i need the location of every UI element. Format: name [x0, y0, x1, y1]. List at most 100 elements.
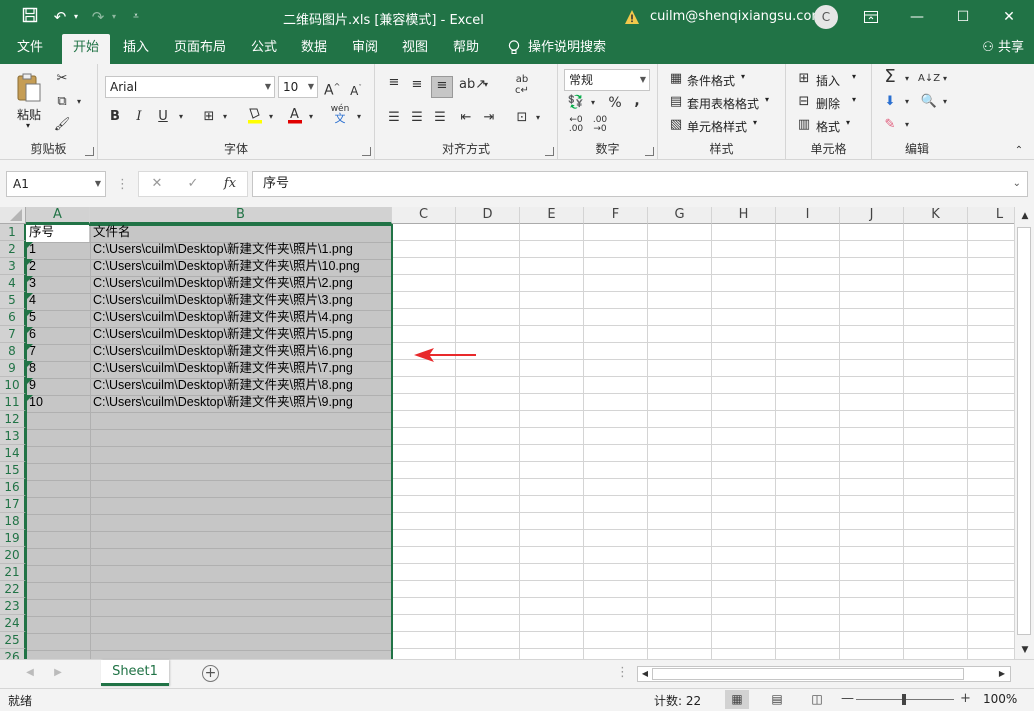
- horizontal-scroll-thumb[interactable]: [652, 668, 964, 680]
- share-button[interactable]: ⚇ 共享: [982, 34, 1024, 64]
- row-header-6[interactable]: 6: [0, 309, 26, 326]
- column-header-b[interactable]: B: [90, 207, 392, 224]
- align-bottom-icon[interactable]: ≡: [431, 76, 453, 98]
- customize-quick-access-icon[interactable]: ⩡: [126, 7, 146, 27]
- border-icon[interactable]: ⊞: [200, 108, 218, 126]
- zoom-level[interactable]: 100%: [983, 692, 1017, 706]
- undo-dropdown-icon[interactable]: ▾: [66, 7, 86, 27]
- select-all-corner[interactable]: [0, 207, 26, 224]
- conditional-format-button[interactable]: 条件格式: [687, 72, 735, 89]
- vertical-scrollbar[interactable]: ▲ ▼: [1014, 207, 1034, 659]
- copy-dropdown-icon[interactable]: ▾: [74, 93, 84, 111]
- status-count[interactable]: 计数: 22: [654, 692, 701, 709]
- cell-b11[interactable]: C:\Users\cuilm\Desktop\新建文件夹\照片\9.png: [90, 394, 392, 411]
- cell-b1[interactable]: 文件名: [90, 224, 392, 241]
- tab-help[interactable]: 帮助: [444, 34, 488, 64]
- sheet-tab-sheet1[interactable]: Sheet1: [101, 660, 169, 686]
- font-color-dropdown-icon[interactable]: ▾: [306, 108, 316, 126]
- format-as-table-dropdown-icon[interactable]: ▾: [765, 95, 769, 104]
- number-launcher-icon[interactable]: [645, 147, 654, 156]
- fill-color-dropdown-icon[interactable]: ▾: [266, 108, 276, 126]
- row-header-16[interactable]: 16: [0, 479, 26, 496]
- row-header-12[interactable]: 12: [0, 411, 26, 428]
- row-header-5[interactable]: 5: [0, 292, 26, 309]
- format-cells-icon[interactable]: ▥: [796, 116, 812, 134]
- increase-decimal-icon[interactable]: ←0.00: [566, 116, 586, 134]
- font-launcher-icon[interactable]: [362, 147, 371, 156]
- row-header-23[interactable]: 23: [0, 598, 26, 615]
- add-sheet-icon[interactable]: +: [202, 665, 219, 682]
- merge-center-icon[interactable]: ⊡: [513, 109, 531, 127]
- row-header-11[interactable]: 11: [0, 394, 26, 411]
- format-cells-button[interactable]: 格式: [816, 118, 840, 135]
- conditional-format-dropdown-icon[interactable]: ▾: [741, 72, 745, 81]
- cell-b10[interactable]: C:\Users\cuilm\Desktop\新建文件夹\照片\8.png: [90, 377, 392, 394]
- find-dropdown-icon[interactable]: ▾: [940, 93, 950, 111]
- row-header-22[interactable]: 22: [0, 581, 26, 598]
- row-header-4[interactable]: 4: [0, 275, 26, 292]
- normal-view-icon[interactable]: ▦: [725, 690, 749, 709]
- alignment-launcher-icon[interactable]: [545, 147, 554, 156]
- formula-input[interactable]: 序号 ⌄: [252, 171, 1028, 197]
- tab-formulas[interactable]: 公式: [242, 34, 286, 64]
- row-header-21[interactable]: 21: [0, 564, 26, 581]
- row-header-15[interactable]: 15: [0, 462, 26, 479]
- row-header-10[interactable]: 10: [0, 377, 26, 394]
- row-header-26[interactable]: 26: [0, 649, 26, 659]
- format-as-table-icon[interactable]: ▤: [668, 93, 684, 111]
- sort-dropdown-icon[interactable]: ▾: [940, 70, 950, 88]
- tab-split-handle-icon[interactable]: ⋮: [616, 664, 629, 682]
- cell-a4[interactable]: 3: [26, 275, 90, 292]
- insert-cells-button[interactable]: 插入: [816, 72, 840, 89]
- page-layout-view-icon[interactable]: ▤: [765, 690, 789, 709]
- zoom-in-icon[interactable]: +: [960, 691, 971, 706]
- underline-dropdown-icon[interactable]: ▾: [176, 108, 186, 126]
- row-header-14[interactable]: 14: [0, 445, 26, 462]
- expand-formula-bar-icon[interactable]: ⌄: [1013, 172, 1021, 196]
- insert-cells-icon[interactable]: ⊞: [796, 70, 812, 88]
- minimize-icon[interactable]: —: [894, 0, 940, 34]
- row-header-20[interactable]: 20: [0, 547, 26, 564]
- ribbon-display-options-icon[interactable]: [848, 0, 894, 34]
- column-header-j[interactable]: J: [840, 207, 904, 224]
- previous-sheet-icon[interactable]: ◀: [24, 664, 36, 682]
- column-header-g[interactable]: G: [648, 207, 712, 224]
- cell-a11[interactable]: 10: [26, 394, 90, 411]
- tab-file[interactable]: 文件: [8, 34, 52, 64]
- cell-a8[interactable]: 7: [26, 343, 90, 360]
- row-header-19[interactable]: 19: [0, 530, 26, 547]
- column-header-a[interactable]: A: [26, 207, 90, 224]
- column-header-k[interactable]: K: [904, 207, 968, 224]
- increase-indent-icon[interactable]: ⇥: [480, 109, 498, 127]
- orientation-icon[interactable]: ab↗: [459, 76, 486, 94]
- clear-icon[interactable]: ✎: [880, 116, 900, 134]
- fill-icon[interactable]: ⬇: [880, 93, 900, 111]
- clipboard-launcher-icon[interactable]: [85, 147, 94, 156]
- comma-style-button[interactable]: ,: [630, 92, 644, 110]
- cell-a7[interactable]: 6: [26, 326, 90, 343]
- redo-dropdown-icon[interactable]: ▾: [104, 7, 124, 27]
- row-header-1[interactable]: 1: [0, 224, 26, 241]
- autosum-icon[interactable]: Σ: [880, 68, 900, 86]
- paste-icon[interactable]: [14, 72, 44, 102]
- page-break-view-icon[interactable]: ◫: [805, 690, 829, 709]
- italic-button[interactable]: I: [130, 108, 148, 126]
- percent-style-button[interactable]: %: [606, 94, 624, 112]
- save-icon[interactable]: [20, 7, 40, 27]
- formula-bar-divider-icon[interactable]: ⋮: [116, 176, 129, 194]
- format-as-table-button[interactable]: 套用表格格式: [687, 95, 759, 112]
- cell-b5[interactable]: C:\Users\cuilm\Desktop\新建文件夹\照片\3.png: [90, 292, 392, 309]
- insert-dropdown-icon[interactable]: ▾: [852, 72, 856, 81]
- font-name-select[interactable]: Arial ▼: [105, 76, 275, 98]
- decrease-indent-icon[interactable]: ⇤: [457, 109, 475, 127]
- row-header-7[interactable]: 7: [0, 326, 26, 343]
- border-dropdown-icon[interactable]: ▾: [220, 108, 230, 126]
- copy-icon[interactable]: ⧉: [52, 93, 72, 111]
- user-email[interactable]: cuilm@shenqixiangsu.com: [650, 9, 824, 24]
- row-header-25[interactable]: 25: [0, 632, 26, 649]
- scroll-down-icon[interactable]: ▼: [1018, 641, 1032, 659]
- format-dropdown-icon[interactable]: ▾: [846, 118, 850, 127]
- conditional-format-icon[interactable]: ▦: [668, 70, 684, 88]
- number-format-select[interactable]: 常规 ▼: [564, 69, 650, 91]
- zoom-out-icon[interactable]: —: [841, 691, 854, 706]
